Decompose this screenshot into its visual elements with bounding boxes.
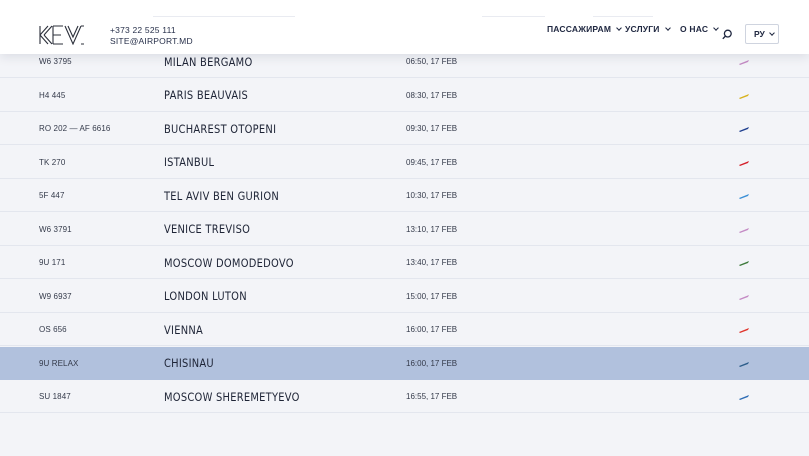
destination: BUCHAREST OTOPENI: [164, 121, 277, 136]
airline-logo-icon: [739, 395, 749, 400]
destination: CHISINAU: [164, 356, 214, 371]
airline-logo-icon: [739, 60, 749, 65]
airport-logo-icon[interactable]: [39, 25, 85, 45]
airline-logo-icon: [739, 294, 749, 300]
table-row[interactable]: TK 270 ISTANBUL 09:45, 17 FEB: [0, 146, 809, 179]
destination: ISTANBUL: [164, 155, 215, 170]
nav-services-label: УСЛУГИ: [625, 24, 660, 34]
departure-time: 16:55, 17 FEB: [406, 392, 458, 402]
departure-time: 16:00, 17 FEB: [406, 358, 458, 368]
flight-number: OS 656: [39, 325, 67, 335]
destination: MILAN BERGAMO: [164, 54, 253, 69]
nav-passengers[interactable]: ПАССАЖИРАМ: [547, 24, 623, 34]
table-row[interactable]: 5F 447 TEL AVIV BEN GURION 10:30, 17 FEB: [0, 179, 809, 212]
table-row[interactable]: H4 445 PARIS BEAUVAIS 08:30, 17 FEB: [0, 79, 809, 112]
table-row[interactable]: 9U 171 MOSCOW DOMODEDOVO 13:40, 17 FEB: [0, 246, 809, 279]
flight-number: 5F 447: [39, 191, 65, 201]
language-select[interactable]: РУ: [745, 24, 779, 44]
airline-logo-icon: [739, 160, 749, 166]
table-row[interactable]: W6 3791 VENICE TREVISO 13:10, 17 FEB: [0, 213, 809, 246]
header-divider: [593, 16, 653, 17]
departure-time: 06:50, 17 FEB: [406, 57, 458, 67]
flight-number: H4 445: [39, 90, 66, 100]
destination: VIENNA: [164, 322, 204, 337]
departure-time: 10:30, 17 FEB: [406, 191, 458, 201]
airline-logo-icon: [739, 93, 749, 99]
contact-info: +373 22 525 111 SITE@AIRPORT.MD: [110, 25, 193, 47]
language-select-value: РУ: [754, 29, 765, 39]
destination: MOSCOW DOMODEDOVO: [164, 255, 294, 270]
destination: PARIS BEAUVAIS: [164, 88, 249, 103]
nav-about[interactable]: О НАС: [680, 24, 720, 34]
flight-number: RO 202 — AF 6616: [39, 124, 111, 134]
chevron-down-icon: [664, 24, 671, 31]
airline-logo-icon: [739, 328, 749, 333]
table-row[interactable]: OS 656 VIENNA 16:00, 17 FEB: [0, 313, 809, 346]
nav-services[interactable]: УСЛУГИ: [625, 24, 671, 34]
airline-logo-icon: [739, 227, 749, 233]
destination: MOSCOW SHEREMETYEVO: [164, 389, 300, 404]
destination: LONDON LUTON: [164, 289, 247, 304]
destination: VENICE TREVISO: [164, 222, 251, 237]
chevron-down-icon: [713, 24, 720, 31]
flight-number: 9U RELAX: [39, 358, 79, 368]
flight-number: W6 3795: [39, 57, 72, 67]
departure-time: 08:30, 17 FEB: [406, 90, 458, 100]
airline-logo-icon: [739, 261, 749, 266]
table-row[interactable]: 9U RELAX CHISINAU 16:00, 17 FEB: [0, 346, 809, 380]
table-row[interactable]: RO 202 — AF 6616 BUCHAREST OTOPENI 09:30, …: [0, 112, 809, 145]
phone-link[interactable]: +373 22 525 111: [110, 25, 193, 36]
departure-time: 09:45, 17 FEB: [406, 157, 458, 167]
departure-time: 16:00, 17 FEB: [406, 325, 458, 335]
chevron-down-icon: [616, 24, 623, 31]
flight-number: SU 1847: [39, 392, 71, 402]
airline-logo-icon: [739, 127, 749, 132]
email-link[interactable]: SITE@AIRPORT.MD: [110, 36, 193, 47]
departure-time: 13:40, 17 FEB: [406, 258, 458, 268]
flight-number: W9 6937: [39, 291, 72, 301]
search-icon[interactable]: [722, 29, 733, 40]
flight-number: 9U 171: [39, 258, 66, 268]
nav-passengers-label: ПАССАЖИРАМ: [547, 24, 612, 34]
departure-time: 13:10, 17 FEB: [406, 224, 458, 234]
destination: TEL AVIV BEN GURION: [164, 188, 280, 203]
table-row[interactable]: SU 1847 MOSCOW SHEREMETYEVO 16:55, 17 FEB: [0, 380, 809, 413]
site-header: +373 22 525 111 SITE@AIRPORT.MD ПАССАЖИР…: [0, 0, 809, 54]
departure-time: 09:30, 17 FEB: [406, 124, 458, 134]
airline-logo-icon: [739, 194, 749, 199]
table-row[interactable]: W9 6937 LONDON LUTON 15:00, 17 FEB: [0, 280, 809, 313]
flight-number: W6 3791: [39, 224, 72, 234]
nav-about-label: О НАС: [680, 24, 709, 34]
header-divider: [482, 16, 545, 17]
chevron-down-icon: [769, 29, 775, 36]
flight-number: TK 270: [39, 157, 66, 167]
airline-logo-icon: [739, 361, 749, 367]
header-divider: [153, 16, 295, 17]
departure-time: 15:00, 17 FEB: [406, 291, 458, 301]
